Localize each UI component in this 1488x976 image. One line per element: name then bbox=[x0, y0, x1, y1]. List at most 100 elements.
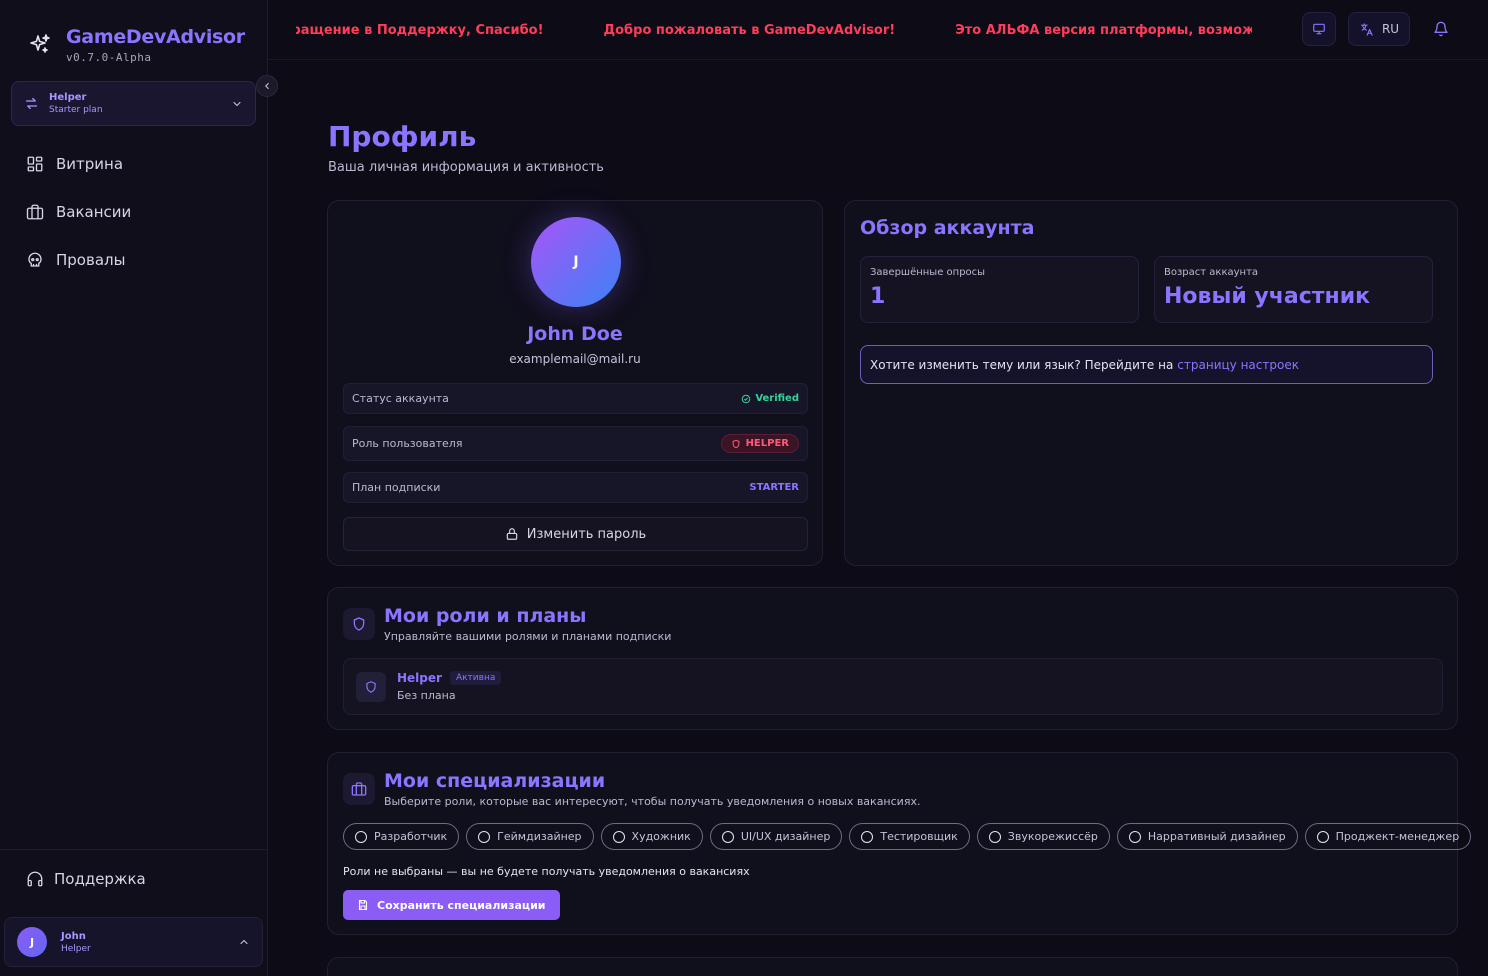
save-specializations-button[interactable]: Сохранить специализации bbox=[343, 890, 560, 920]
brand-title: GameDevAdvisor bbox=[66, 26, 245, 48]
user-role: Helper bbox=[61, 943, 91, 954]
sidebar-item-label: Витрина bbox=[56, 155, 124, 173]
ticker-message: Это АЛЬФА версия платформы, возможны bbox=[955, 22, 1252, 38]
briefcase-icon bbox=[26, 204, 44, 220]
role-item: Helper Активна Без плана bbox=[343, 658, 1443, 715]
plan-badge: STARTER bbox=[749, 482, 799, 493]
chip-label: Звукорежиссёр bbox=[1007, 830, 1098, 843]
profile-name: John Doe bbox=[527, 323, 623, 345]
sidebar-item-label: Вакансии bbox=[56, 203, 132, 221]
radio-icon bbox=[861, 830, 874, 843]
row-label: Статус аккаунта bbox=[352, 392, 449, 405]
profile-card: J John Doe examplemail@mail.ru Статус ак… bbox=[327, 200, 823, 566]
chip-label: Разработчик bbox=[374, 830, 448, 843]
radio-icon bbox=[1316, 830, 1329, 843]
specializations-card: Мои специализации Выберите роли, которые… bbox=[327, 752, 1472, 935]
support-label: Поддержка bbox=[54, 870, 146, 888]
account-age-stat: Возраст аккаунта Новый участник bbox=[1154, 256, 1433, 323]
brand-version: v0.7.0-Alpha bbox=[66, 51, 152, 64]
next-section-card bbox=[327, 957, 1458, 976]
plan-switcher-plan: Starter plan bbox=[49, 105, 103, 115]
roles-subtitle: Управляйте вашими ролями и планами подпи… bbox=[384, 630, 672, 643]
specialization-chip[interactable]: Художник bbox=[600, 823, 703, 850]
sparkles-icon bbox=[30, 34, 50, 53]
stat-value: Новый участник bbox=[1164, 284, 1371, 309]
radio-icon bbox=[721, 830, 734, 843]
sidebar-item-failures[interactable]: Провалы bbox=[0, 236, 267, 284]
ticker-message: , через обращение в Поддержку, Спасибо! bbox=[296, 22, 544, 38]
grid-icon bbox=[27, 156, 43, 172]
settings-link[interactable]: страницу настроек bbox=[1177, 358, 1299, 372]
specialization-chip[interactable]: Нарративный дизайнер bbox=[1116, 823, 1298, 850]
shield-icon bbox=[353, 617, 365, 631]
section-icon bbox=[343, 773, 375, 805]
sidebar-collapse-button[interactable] bbox=[256, 75, 278, 97]
notifications-button[interactable] bbox=[1424, 12, 1458, 46]
status-badge: Активна bbox=[449, 671, 502, 685]
topbar: , через обращение в Поддержку, Спасибо! … bbox=[268, 0, 1488, 60]
translate-icon bbox=[1360, 22, 1373, 36]
row-label: План подписки bbox=[352, 481, 441, 494]
change-password-button[interactable]: Изменить пароль bbox=[343, 517, 808, 551]
language-switcher[interactable]: RU bbox=[1348, 12, 1410, 46]
save-icon bbox=[358, 899, 368, 911]
specialization-chip[interactable]: Тестировщик bbox=[849, 823, 970, 850]
radio-icon bbox=[478, 830, 491, 843]
profile-avatar: J bbox=[531, 217, 621, 307]
profile-email: examplemail@mail.ru bbox=[509, 352, 641, 366]
sidebar: GameDevAdvisor v0.7.0-Alpha Helper Start… bbox=[0, 0, 268, 976]
specialization-options: Разработчик Геймдизайнер Художник UI/UX … bbox=[343, 823, 1472, 850]
save-label: Сохранить специализации bbox=[377, 898, 546, 912]
specialization-chip[interactable]: Проджект-менеджер bbox=[1304, 823, 1472, 850]
display-mode-button[interactable] bbox=[1302, 12, 1336, 46]
user-menu[interactable]: J John Helper bbox=[4, 917, 263, 967]
role-name-row: Helper Активна bbox=[397, 671, 502, 685]
check-circle-icon bbox=[742, 394, 751, 403]
settings-hint: Хотите изменить тему или язык? Перейдите… bbox=[860, 345, 1433, 384]
change-password-label: Изменить пароль bbox=[526, 526, 647, 542]
sidebar-item-vacancies[interactable]: Вакансии bbox=[0, 188, 267, 236]
completed-surveys-stat: Завершённые опросы 1 bbox=[860, 256, 1139, 323]
user-role-row: Роль пользователя HELPER bbox=[343, 426, 808, 461]
subscription-plan-row: План подписки STARTER bbox=[343, 472, 808, 503]
specialization-chip[interactable]: Звукорежиссёр bbox=[976, 823, 1110, 850]
stat-label: Возраст аккаунта bbox=[1164, 267, 1259, 278]
roles-title: Мои роли и планы bbox=[384, 605, 587, 627]
swap-icon bbox=[25, 97, 38, 110]
sidebar-item-support[interactable]: Поддержка bbox=[26, 870, 146, 888]
announcement-ticker: , через обращение в Поддержку, Спасибо! … bbox=[296, 0, 1252, 60]
language-label: RU bbox=[1381, 22, 1400, 36]
sidebar-divider bbox=[0, 849, 267, 850]
overview-title: Обзор аккаунта bbox=[860, 217, 1035, 239]
row-label: Роль пользователя bbox=[352, 437, 463, 450]
account-overview-card: Обзор аккаунта Завершённые опросы 1 Возр… bbox=[844, 200, 1458, 566]
headphones-icon bbox=[27, 871, 43, 887]
avatar: J bbox=[17, 927, 47, 957]
plan-switcher[interactable]: Helper Starter plan bbox=[11, 81, 256, 126]
sidebar-nav: Витрина Вакансии Провалы bbox=[0, 140, 267, 284]
role-plan: Без плана bbox=[397, 689, 456, 702]
chevron-left-icon bbox=[265, 82, 269, 90]
role-icon bbox=[356, 672, 386, 702]
radio-icon bbox=[988, 830, 1001, 843]
brand[interactable]: GameDevAdvisor v0.7.0-Alpha bbox=[28, 26, 245, 64]
chevron-down-icon bbox=[233, 101, 241, 106]
section-icon bbox=[343, 608, 375, 640]
account-status-row: Статус аккаунта Verified bbox=[343, 383, 808, 414]
radio-icon bbox=[1128, 830, 1141, 843]
role-name: Helper bbox=[397, 671, 442, 685]
ticker-message: Добро пожаловать в GameDevAdvisor! bbox=[603, 22, 896, 38]
radio-icon bbox=[355, 830, 367, 843]
shield-icon bbox=[732, 439, 739, 448]
roles-plans-card: Мои роли и планы Управляйте вашими ролям… bbox=[327, 587, 1458, 730]
sidebar-item-showcase[interactable]: Витрина bbox=[0, 140, 267, 188]
stat-label: Завершённые опросы bbox=[870, 267, 986, 278]
specialization-chip[interactable]: Разработчик bbox=[343, 823, 460, 850]
specialization-chip[interactable]: Геймдизайнер bbox=[466, 823, 594, 850]
specialization-chip[interactable]: UI/UX дизайнер bbox=[709, 823, 843, 850]
chip-label: Нарративный дизайнер bbox=[1147, 830, 1286, 843]
plan-switcher-role: Helper bbox=[49, 92, 87, 103]
skull-icon bbox=[28, 252, 42, 267]
status-badge: Verified bbox=[741, 393, 799, 404]
shield-icon bbox=[366, 681, 376, 693]
